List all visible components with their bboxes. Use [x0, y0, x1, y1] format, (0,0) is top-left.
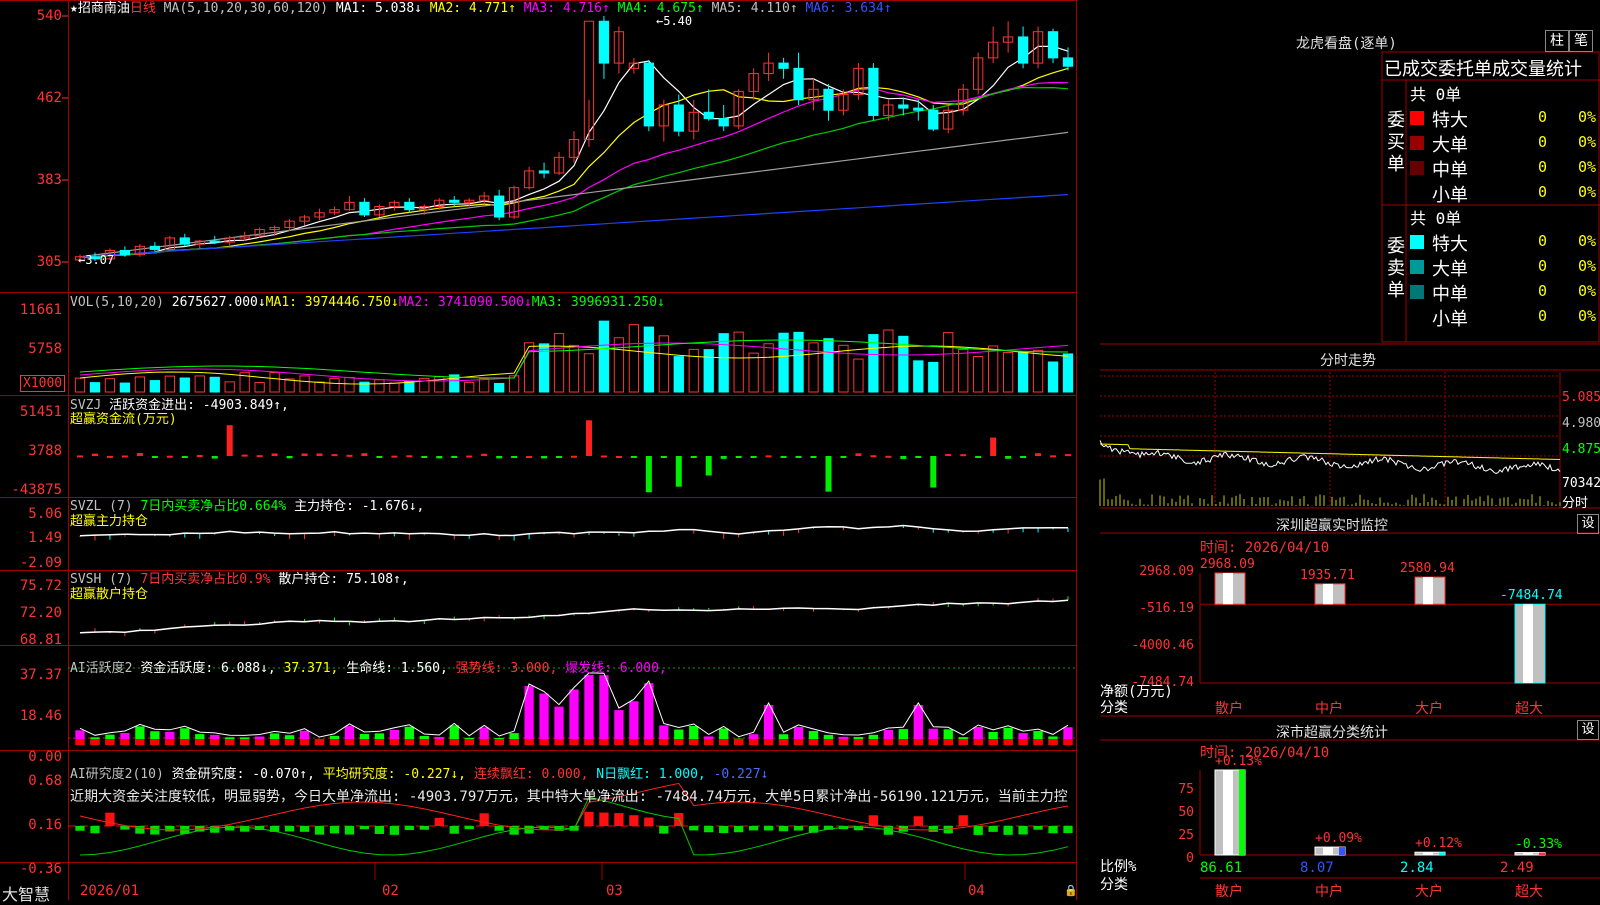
order-percent: 0%: [1578, 158, 1597, 176]
order-size-label: 大单: [1432, 135, 1468, 156]
sz-class-tick-2: 25: [1178, 828, 1194, 843]
order-size-label: 特大: [1432, 234, 1468, 255]
legend-swatch: [1410, 136, 1424, 150]
legend-swatch: [1410, 310, 1424, 324]
class-category-label: 大户: [1415, 884, 1443, 900]
sz-monitor-tick-0: 2968.09: [1139, 564, 1194, 579]
order-count: 0: [1538, 257, 1548, 275]
tick-view-button[interactable]: 笔: [1569, 30, 1593, 52]
monitor-bar-highlight: [1323, 583, 1333, 605]
sz-class-tick-3: 0: [1186, 851, 1194, 866]
order-count: 0: [1538, 133, 1548, 151]
sz-monitor-title: 深圳超赢实时监控: [1276, 518, 1388, 534]
sz-monitor-tick-1: -516.19: [1139, 601, 1194, 616]
dragon-tiger-header: 已成交委托单成交量统计: [1384, 59, 1582, 80]
sell-orders-label: 委卖单: [1387, 236, 1405, 301]
class-change-label: +0.13%: [1215, 754, 1262, 769]
monitor-value-label: 1935.71: [1300, 567, 1355, 583]
order-size-label: 小单: [1432, 185, 1468, 206]
class-change-label: +0.09%: [1315, 831, 1362, 847]
class-bar-highlight: [1423, 852, 1433, 855]
sz-monitor-cat-label: 分类: [1100, 700, 1128, 716]
class-ratio-label: 2.49: [1500, 860, 1534, 876]
monitor-category-label: 中户: [1315, 701, 1343, 717]
order-size-label: 中单: [1432, 160, 1468, 181]
intraday-tick-0: 5.085: [1562, 390, 1600, 405]
class-ratio-label: 2.84: [1400, 860, 1434, 876]
intraday-vol-tick: 70342: [1562, 476, 1600, 491]
order-size-label: 大单: [1432, 259, 1468, 280]
class-bar-highlight: [1223, 770, 1233, 855]
class-category-label: 中户: [1315, 884, 1343, 900]
order-count: 0: [1538, 158, 1548, 176]
sz-class-tick-1: 50: [1178, 805, 1194, 820]
class-change-label: +0.12%: [1415, 836, 1462, 852]
order-count: 0: [1538, 232, 1548, 250]
monitor-value-label: 2968.09: [1200, 557, 1255, 572]
monitor-category-label: 超大: [1515, 701, 1543, 717]
buy-orders-label: 委买单: [1387, 110, 1405, 175]
sz-class-settings-button[interactable]: 设: [1577, 720, 1599, 740]
legend-swatch: [1410, 186, 1424, 200]
monitor-bar-highlight: [1223, 573, 1233, 605]
intraday-tick-2: 4.875: [1562, 442, 1600, 457]
intraday-vol-label: 分时: [1562, 496, 1589, 511]
sz-monitor-tick-2: -4000.46: [1131, 638, 1194, 653]
monitor-value-label: 2580.94: [1400, 561, 1455, 577]
sz-class-title: 深市超赢分类统计: [1276, 725, 1388, 741]
order-percent: 0%: [1578, 108, 1597, 126]
order-count: 0: [1538, 282, 1548, 300]
class-bar-highlight: [1523, 852, 1533, 855]
order-percent: 0%: [1578, 307, 1597, 325]
legend-swatch: [1410, 285, 1424, 299]
class-bar-edge: [1439, 852, 1445, 855]
order-percent: 0%: [1578, 232, 1597, 250]
sell-total: 共 0单: [1410, 209, 1462, 228]
class-bar-edge: [1239, 770, 1245, 855]
right-panel-graphics: [1099, 51, 1600, 879]
class-ratio-label: 8.07: [1300, 860, 1334, 876]
order-percent: 0%: [1578, 282, 1597, 300]
dragon-tiger-title: 龙虎看盘(逐单): [1296, 36, 1397, 52]
class-bar-edge: [1539, 852, 1545, 855]
order-percent: 0%: [1578, 257, 1597, 275]
class-category-label: 超大: [1515, 884, 1543, 900]
monitor-bar-highlight: [1423, 577, 1433, 605]
bar-view-button[interactable]: 柱: [1545, 30, 1569, 52]
intraday-tick-1: 4.980: [1562, 416, 1600, 431]
order-size-label: 中单: [1432, 284, 1468, 305]
class-bar-edge: [1339, 847, 1345, 855]
monitor-category-label: 大户: [1415, 701, 1443, 717]
legend-swatch: [1410, 111, 1424, 125]
class-ratio-label: 86.61: [1200, 860, 1243, 876]
class-bar-highlight: [1323, 847, 1333, 855]
order-size-label: 特大: [1432, 110, 1468, 131]
sz-monitor-settings-button[interactable]: 设: [1577, 514, 1599, 534]
legend-swatch: [1410, 161, 1424, 175]
order-count: 0: [1538, 183, 1548, 201]
monitor-bar-highlight: [1523, 604, 1533, 683]
order-count: 0: [1538, 307, 1548, 325]
class-category-label: 散户: [1215, 884, 1243, 900]
sz-class-cat-label: 分类: [1100, 877, 1128, 893]
order-count: 0: [1538, 108, 1548, 126]
legend-swatch: [1410, 235, 1424, 249]
order-percent: 0%: [1578, 183, 1597, 201]
order-percent: 0%: [1578, 133, 1597, 151]
sz-class-ratio-label: 比例%: [1100, 859, 1137, 875]
order-size-label: 小单: [1432, 309, 1468, 330]
buy-total: 共 0单: [1410, 85, 1462, 104]
sz-monitor-time: 时间: 2026/04/10: [1200, 540, 1330, 556]
monitor-category-label: 散户: [1215, 701, 1243, 717]
monitor-value-label: -7484.74: [1500, 588, 1563, 604]
legend-swatch: [1410, 260, 1424, 274]
intraday-title: 分时走势: [1320, 353, 1376, 369]
sz-class-tick-0: 75: [1178, 782, 1194, 797]
class-change-label: -0.33%: [1515, 836, 1562, 852]
